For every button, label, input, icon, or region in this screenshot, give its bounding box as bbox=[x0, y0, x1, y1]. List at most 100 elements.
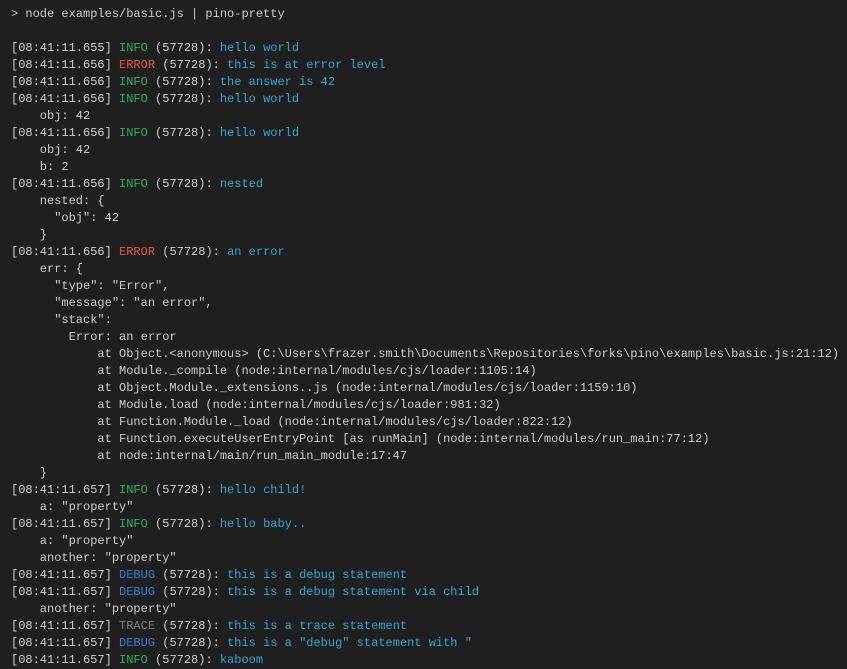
terminal-line: "obj": 42 bbox=[11, 210, 847, 227]
log-message: hello world bbox=[220, 41, 299, 55]
log-text: [08:41:11.656] bbox=[11, 92, 119, 106]
log-text: (57728): bbox=[148, 75, 220, 89]
log-message: hello child! bbox=[220, 483, 306, 497]
terminal-line: [08:41:11.656] ERROR (57728): this is at… bbox=[11, 57, 847, 74]
log-text: nested: { bbox=[11, 194, 105, 208]
log-message: kaboom bbox=[220, 653, 263, 667]
log-text: at Object.Module._extensions..js (node:i… bbox=[11, 381, 638, 395]
terminal-line: [08:41:11.656] INFO (57728): hello world bbox=[11, 125, 847, 142]
terminal-line: } bbox=[11, 465, 847, 482]
terminal-line: at Function.executeUserEntryPoint [as ru… bbox=[11, 431, 847, 448]
terminal-line: [08:41:11.655] INFO (57728): hello world bbox=[11, 40, 847, 57]
log-text: [08:41:11.657] bbox=[11, 636, 119, 650]
log-text: [08:41:11.656] bbox=[11, 126, 119, 140]
terminal-line: obj: 42 bbox=[11, 142, 847, 159]
terminal-line: } bbox=[11, 227, 847, 244]
terminal-line: a: "property" bbox=[11, 499, 847, 516]
terminal-blank-line bbox=[11, 23, 847, 40]
log-text: [08:41:11.656] bbox=[11, 75, 119, 89]
log-level-info: INFO bbox=[119, 75, 148, 89]
command-text: > node examples/basic.js | pino-pretty bbox=[11, 7, 285, 21]
terminal-line: b: 2 bbox=[11, 159, 847, 176]
log-level-info: INFO bbox=[119, 92, 148, 106]
log-level-debug: DEBUG bbox=[119, 585, 155, 599]
log-level-error: ERROR bbox=[119, 58, 155, 72]
log-level-info: INFO bbox=[119, 653, 148, 667]
terminal-line: [08:41:11.657] DEBUG (57728): this is a … bbox=[11, 567, 847, 584]
log-text: at Object.<anonymous> (C:\Users\frazer.s… bbox=[11, 347, 839, 361]
terminal-line: at Object.Module._extensions..js (node:i… bbox=[11, 380, 847, 397]
log-text: (57728): bbox=[155, 619, 227, 633]
log-text: (57728): bbox=[148, 483, 220, 497]
terminal-line: Error: an error bbox=[11, 329, 847, 346]
log-text: obj: 42 bbox=[11, 109, 90, 123]
log-message: an error bbox=[227, 245, 285, 259]
log-level-info: INFO bbox=[119, 41, 148, 55]
log-text: b: 2 bbox=[11, 160, 69, 174]
log-level-trace: TRACE bbox=[119, 619, 155, 633]
log-text: a: "property" bbox=[11, 534, 133, 548]
terminal-line: "stack": bbox=[11, 312, 847, 329]
terminal-line: another: "property" bbox=[11, 601, 847, 618]
log-text: [08:41:11.656] bbox=[11, 177, 119, 191]
log-message: this is a "debug" statement with " bbox=[227, 636, 472, 650]
terminal[interactable]: > node examples/basic.js | pino-pretty [… bbox=[0, 0, 847, 669]
log-text: at Function.Module._load (node:internal/… bbox=[11, 415, 573, 429]
log-message: hello world bbox=[220, 126, 299, 140]
log-level-debug: DEBUG bbox=[119, 636, 155, 650]
log-text: (57728): bbox=[148, 653, 220, 667]
log-text: [08:41:11.657] bbox=[11, 585, 119, 599]
log-level-debug: DEBUG bbox=[119, 568, 155, 582]
log-text: at Module.load (node:internal/modules/cj… bbox=[11, 398, 501, 412]
log-text: (57728): bbox=[155, 568, 227, 582]
log-message: this is at error level bbox=[227, 58, 385, 72]
log-text: (57728): bbox=[148, 517, 220, 531]
log-text: [08:41:11.655] bbox=[11, 41, 119, 55]
terminal-line: obj: 42 bbox=[11, 108, 847, 125]
log-text: (57728): bbox=[155, 585, 227, 599]
terminal-line: at Function.Module._load (node:internal/… bbox=[11, 414, 847, 431]
terminal-line: at Module.load (node:internal/modules/cj… bbox=[11, 397, 847, 414]
log-message: this is a debug statement via child bbox=[227, 585, 479, 599]
terminal-line: [08:41:11.656] INFO (57728): the answer … bbox=[11, 74, 847, 91]
terminal-line: nested: { bbox=[11, 193, 847, 210]
log-text: (57728): bbox=[148, 41, 220, 55]
log-text: Error: an error bbox=[11, 330, 177, 344]
log-text: (57728): bbox=[148, 177, 220, 191]
log-text: another: "property" bbox=[11, 551, 177, 565]
log-level-info: INFO bbox=[119, 483, 148, 497]
terminal-line: [08:41:11.657] DEBUG (57728): this is a … bbox=[11, 635, 847, 652]
terminal-line: [08:41:11.657] INFO (57728): hello child… bbox=[11, 482, 847, 499]
log-text: a: "property" bbox=[11, 500, 133, 514]
log-level-info: INFO bbox=[119, 177, 148, 191]
terminal-lines: [08:41:11.655] INFO (57728): hello world… bbox=[11, 23, 847, 669]
log-text: (57728): bbox=[155, 636, 227, 650]
log-text: "obj": 42 bbox=[11, 211, 119, 225]
terminal-line: at Module._compile (node:internal/module… bbox=[11, 363, 847, 380]
log-text: [08:41:11.657] bbox=[11, 653, 119, 667]
terminal-line: another: "property" bbox=[11, 550, 847, 567]
command-line: > node examples/basic.js | pino-pretty bbox=[11, 6, 847, 23]
log-text: "message": "an error", bbox=[11, 296, 213, 310]
log-message: nested bbox=[220, 177, 263, 191]
terminal-line: [08:41:11.657] TRACE (57728): this is a … bbox=[11, 618, 847, 635]
terminal-line: [08:41:11.657] INFO (57728): kaboom bbox=[11, 652, 847, 669]
log-text: obj: 42 bbox=[11, 143, 90, 157]
log-text: [08:41:11.656] bbox=[11, 58, 119, 72]
log-text: [08:41:11.657] bbox=[11, 619, 119, 633]
log-text: "type": "Error", bbox=[11, 279, 169, 293]
log-text: (57728): bbox=[148, 126, 220, 140]
log-text: (57728): bbox=[155, 245, 227, 259]
log-text: } bbox=[11, 466, 47, 480]
log-text: [08:41:11.657] bbox=[11, 517, 119, 531]
log-text: [08:41:11.657] bbox=[11, 568, 119, 582]
log-text: err: { bbox=[11, 262, 83, 276]
terminal-line: [08:41:11.656] ERROR (57728): an error bbox=[11, 244, 847, 261]
log-text: (57728): bbox=[155, 58, 227, 72]
log-text: another: "property" bbox=[11, 602, 177, 616]
terminal-line: [08:41:11.656] INFO (57728): nested bbox=[11, 176, 847, 193]
log-level-error: ERROR bbox=[119, 245, 155, 259]
terminal-line: a: "property" bbox=[11, 533, 847, 550]
log-text: at node:internal/main/run_main_module:17… bbox=[11, 449, 407, 463]
terminal-line: at node:internal/main/run_main_module:17… bbox=[11, 448, 847, 465]
